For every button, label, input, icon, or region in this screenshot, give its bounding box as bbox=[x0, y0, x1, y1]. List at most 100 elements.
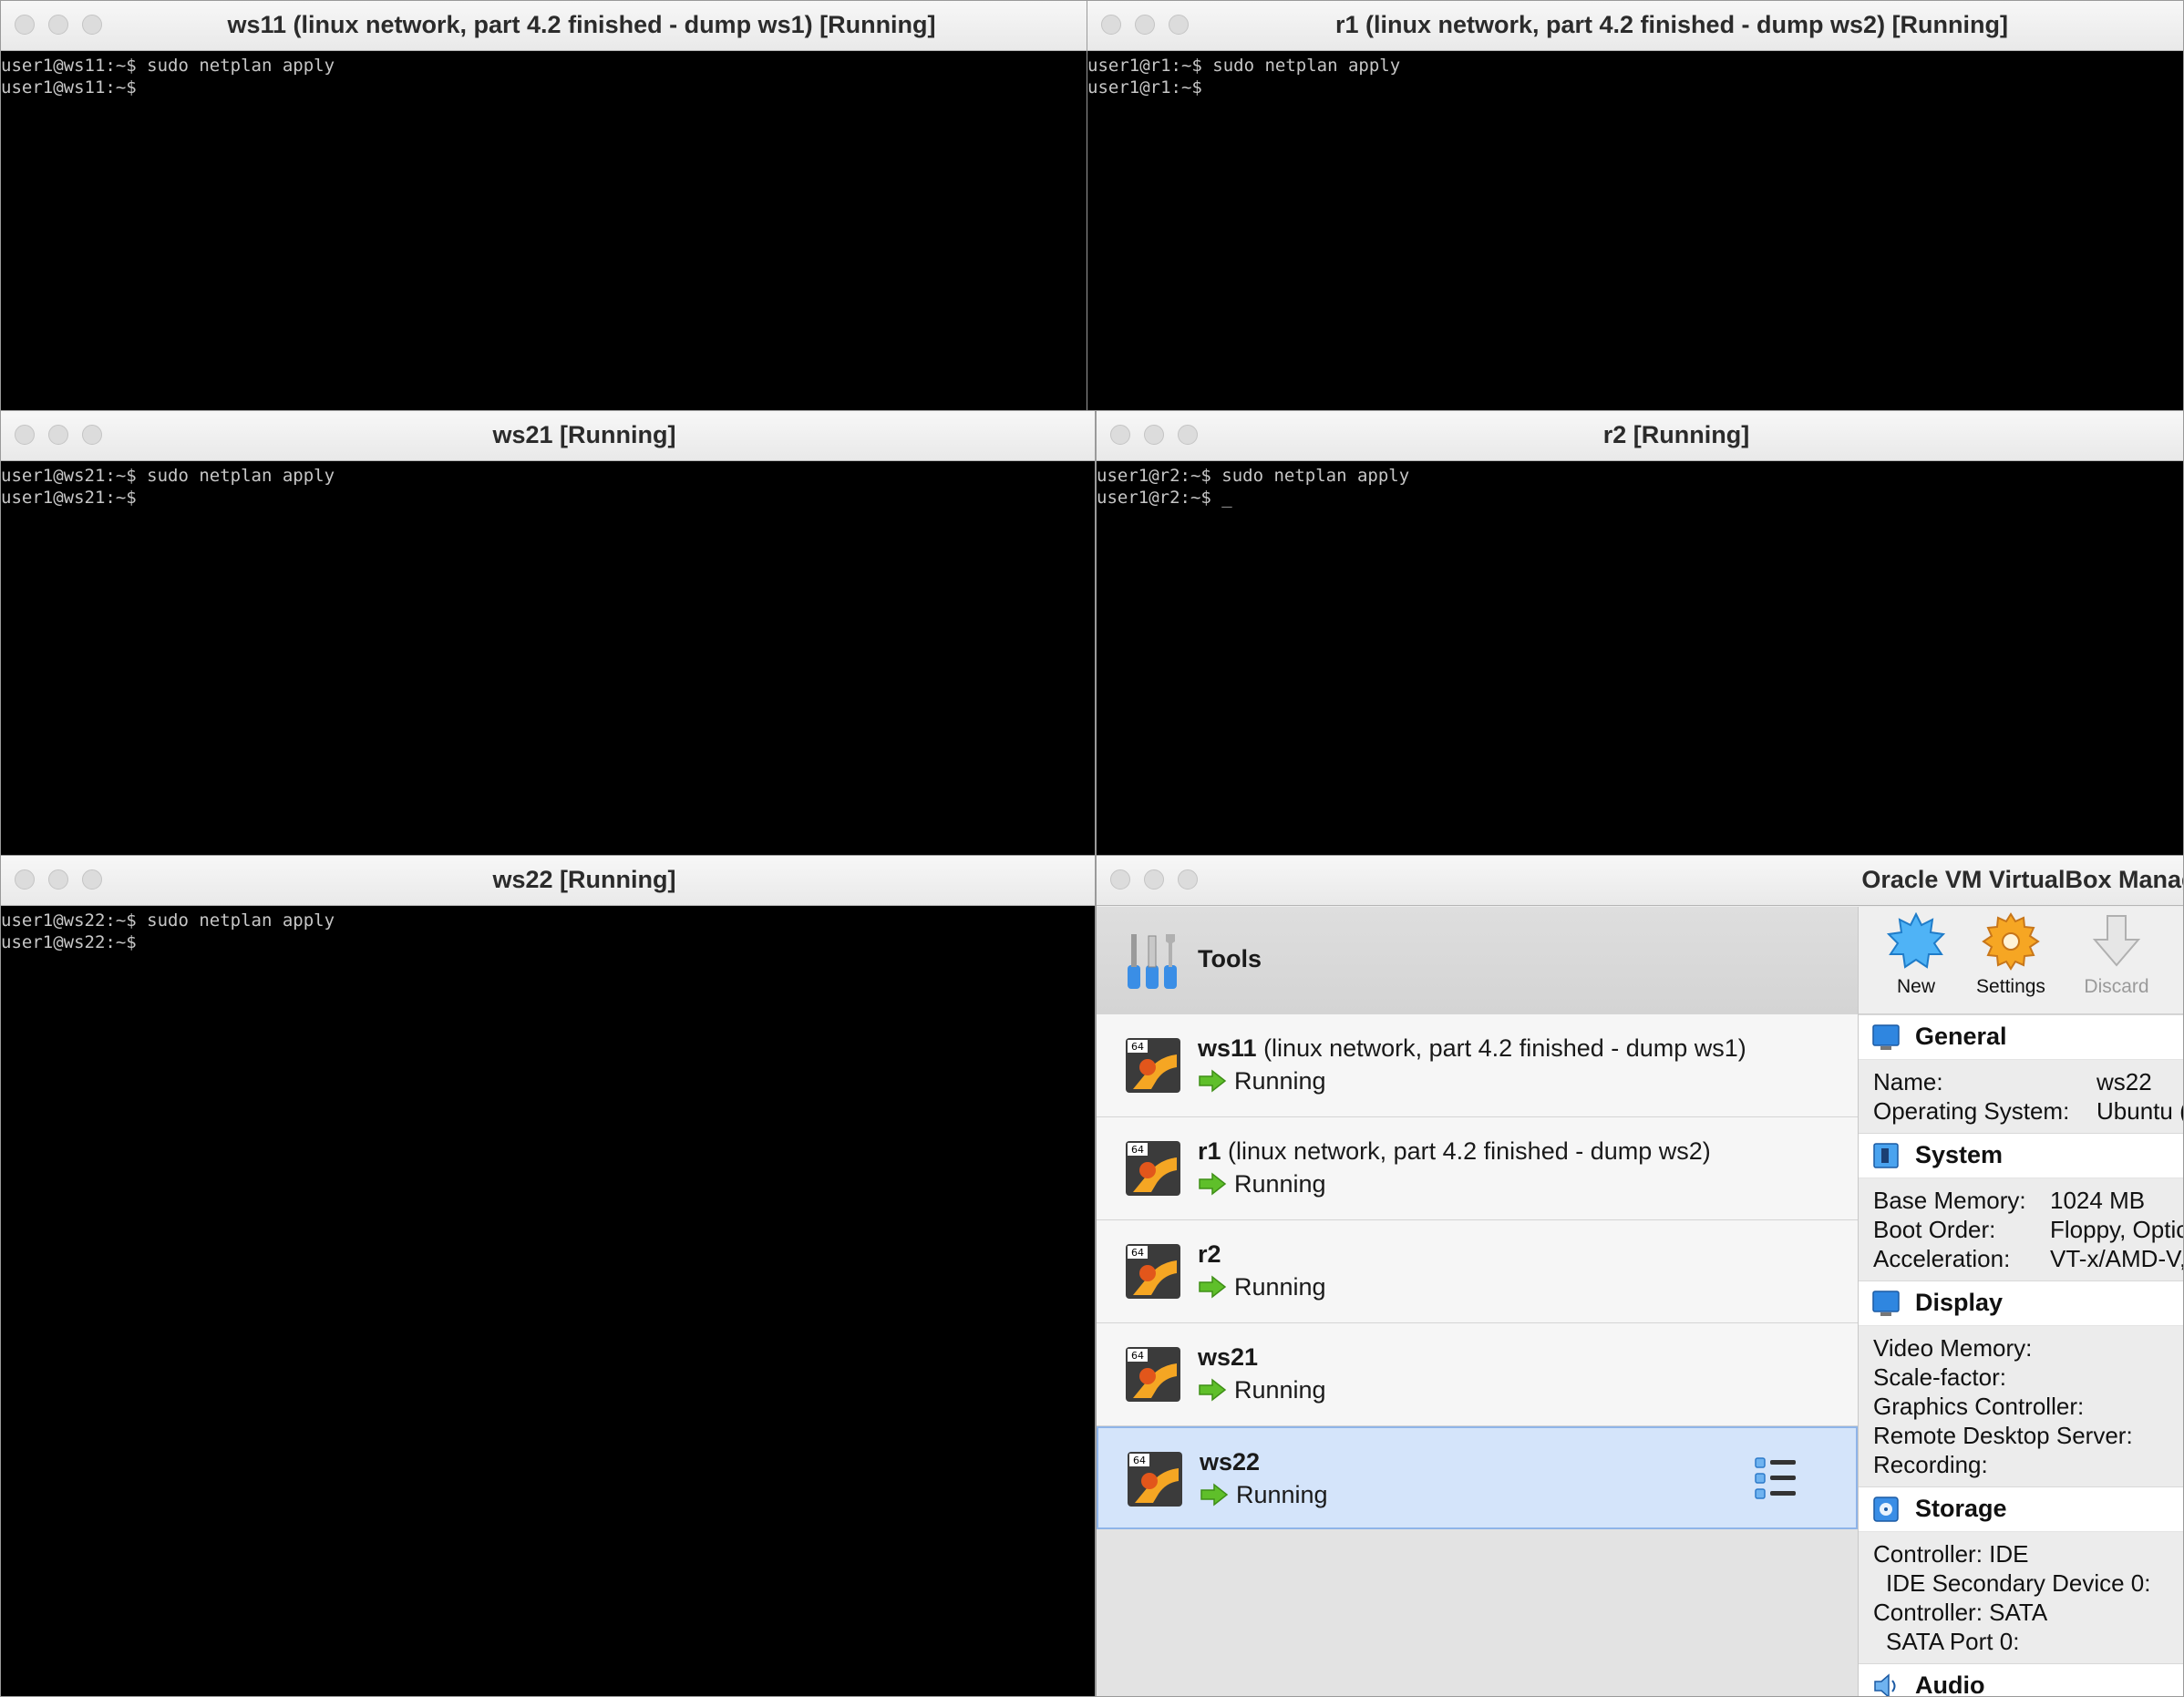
detail-key: Video Memory: bbox=[1873, 1334, 2033, 1362]
detail-key: Graphics Controller: bbox=[1873, 1393, 2085, 1420]
vm-window-ws21[interactable]: ws21 [Running] user1@ws21:~$ sudo netpla… bbox=[0, 410, 1096, 857]
close-button[interactable] bbox=[15, 15, 35, 35]
window-titlebar[interactable]: r1 (linux network, part 4.2 finished - d… bbox=[1087, 1, 2183, 51]
minimize-button[interactable] bbox=[48, 425, 68, 445]
detail-value: VT-x/AMD-V, Nested Paging bbox=[2050, 1245, 2184, 1272]
minimize-button[interactable] bbox=[1144, 869, 1164, 890]
detail-value: Ubuntu (64-bit) bbox=[2096, 1097, 2183, 1125]
storage-disk-icon bbox=[1873, 1496, 1899, 1522]
window-titlebar[interactable]: r2 [Running] bbox=[1097, 411, 2183, 461]
terminal-line: user1@r1:~$ bbox=[1087, 77, 1202, 98]
discard-button[interactable]: Discard bbox=[2066, 912, 2167, 998]
system-chip-icon bbox=[1873, 1143, 1899, 1168]
ubuntu-64-os-icon: 64 bbox=[1126, 1141, 1180, 1196]
vm-list-item-ws22[interactable]: 64 ws22 Running bbox=[1097, 1426, 1858, 1529]
terminal-line: user1@ws22:~$ sudo netplan apply bbox=[1, 910, 335, 931]
close-button[interactable] bbox=[1110, 425, 1130, 445]
section-title: Display bbox=[1915, 1289, 2004, 1316]
vm-window-ws11[interactable]: ws11 (linux network, part 4.2 finished -… bbox=[0, 0, 1090, 412]
window-titlebar[interactable]: Oracle VM VirtualBox Manager bbox=[1097, 856, 2183, 906]
tools-label: Tools bbox=[1198, 945, 1262, 972]
vm-name: ws21 bbox=[1198, 1343, 1259, 1371]
close-button[interactable] bbox=[1110, 869, 1130, 890]
minimize-button[interactable] bbox=[1135, 15, 1155, 35]
vm-name-line: r1 (linux network, part 4.2 finished - d… bbox=[1198, 1137, 1711, 1166]
vm-window-ws22[interactable]: ws22 [Running] user1@ws22:~$ sudo netpla… bbox=[0, 855, 1096, 1697]
vm-list-item-r2[interactable]: 64 r2 Running bbox=[1097, 1220, 1858, 1323]
terminal-line: user1@r1:~$ sudo netplan apply bbox=[1087, 56, 1401, 76]
detail-key: Base Memory: bbox=[1873, 1187, 2026, 1214]
vm-state: Running bbox=[1198, 1376, 1326, 1404]
vm-window-r1[interactable]: r1 (linux network, part 4.2 finished - d… bbox=[1087, 0, 2184, 412]
general-section-body: Name: ws22 Operating System: Ubuntu (64-bi… bbox=[1859, 1060, 2183, 1133]
vm-details: General Name: ws22 Operating System: Ubunt… bbox=[1859, 1014, 2184, 1696]
new-button[interactable]: New bbox=[1866, 912, 1966, 998]
terminal-line: user1@ws21:~$ sudo netplan apply bbox=[1, 466, 335, 486]
running-arrow-icon bbox=[1199, 1275, 1227, 1299]
general-section-header[interactable]: General bbox=[1859, 1014, 2183, 1060]
window-title: r2 [Running] bbox=[1602, 421, 1750, 448]
vm-list-item-ws21[interactable]: 64 ws21 Running bbox=[1097, 1323, 1858, 1426]
ubuntu-64-os-icon: 64 bbox=[1126, 1347, 1180, 1402]
discard-button-label: Discard bbox=[2084, 976, 2149, 997]
vm-list-item-ws11[interactable]: 64 ws11 (linux network, part 4.2 finishe… bbox=[1097, 1014, 1858, 1117]
terminal-line: user1@ws21:~$ bbox=[1, 488, 137, 508]
new-button-label: New bbox=[1896, 976, 1935, 997]
vm-state: Running bbox=[1198, 1067, 1326, 1095]
vm-name-line: r2 bbox=[1198, 1240, 1221, 1269]
terminal-screen[interactable]: user1@ws22:~$ sudo netplan apply user1@ws… bbox=[1, 907, 1095, 1696]
ubuntu-64-os-icon: 64 bbox=[1126, 1244, 1180, 1299]
terminal-screen[interactable]: user1@ws11:~$ sudo netplan apply user1@ws… bbox=[1, 52, 1089, 411]
tools-item[interactable]: Tools bbox=[1097, 907, 1858, 1015]
detail-key: IDE Secondary Device 0: bbox=[1886, 1569, 2151, 1597]
vm-tools-menu-icon[interactable] bbox=[1754, 1455, 1799, 1501]
detail-key: Recording: bbox=[1873, 1451, 1988, 1478]
window-titlebar[interactable]: ws11 (linux network, part 4.2 finished -… bbox=[1, 1, 1089, 51]
minimize-button[interactable] bbox=[48, 15, 68, 35]
vm-name-line: ws21 bbox=[1198, 1343, 1258, 1372]
vm-window-r2[interactable]: r2 [Running] user1@r2:~$ sudo netplan ap… bbox=[1096, 410, 2184, 857]
zoom-button[interactable] bbox=[1178, 869, 1198, 890]
os-badge: 64 bbox=[1131, 1247, 1144, 1259]
detail-key: Remote Desktop Server: bbox=[1873, 1422, 2133, 1449]
vm-state: Running bbox=[1200, 1481, 1328, 1509]
close-button[interactable] bbox=[15, 869, 35, 890]
terminal-screen[interactable]: user1@ws21:~$ sudo netplan apply user1@ws… bbox=[1, 462, 1095, 856]
vm-name: ws22 bbox=[1200, 1448, 1261, 1476]
new-starburst-icon bbox=[1887, 912, 1945, 969]
detail-value: 1024 MB bbox=[2050, 1187, 2146, 1214]
storage-section-header[interactable]: Storage bbox=[1859, 1486, 2183, 1532]
audio-section-header[interactable]: Audio bbox=[1859, 1663, 2183, 1696]
os-badge: 64 bbox=[1131, 1350, 1144, 1362]
virtualbox-manager-window[interactable]: Oracle VM VirtualBox Manager Tools 64 ws… bbox=[1096, 855, 2184, 1697]
tools-icon bbox=[1128, 934, 1177, 989]
terminal-screen[interactable]: user1@r1:~$ sudo netplan apply user1@r1:~… bbox=[1087, 52, 2183, 411]
terminal-line: user1@ws11:~$ sudo netplan apply bbox=[1, 56, 335, 76]
window-title: ws21 [Running] bbox=[492, 421, 676, 448]
vm-list-item-r1[interactable]: 64 r1 (linux network, part 4.2 finished … bbox=[1097, 1117, 1858, 1220]
settings-gear-icon bbox=[1982, 912, 2040, 971]
vm-state-label: Running bbox=[1234, 1067, 1326, 1095]
minimize-button[interactable] bbox=[1144, 425, 1164, 445]
display-section-header[interactable]: Display bbox=[1859, 1280, 2183, 1326]
vm-name: ws11 bbox=[1198, 1034, 1257, 1062]
vm-state: Running bbox=[1198, 1170, 1326, 1198]
terminal-line: user1@r2:~$ _ bbox=[1097, 488, 1232, 508]
running-arrow-icon bbox=[1199, 1172, 1227, 1196]
general-monitor-icon bbox=[1872, 1024, 1900, 1050]
window-titlebar[interactable]: ws21 [Running] bbox=[1, 411, 1095, 461]
section-title: General bbox=[1915, 1023, 2007, 1050]
close-button[interactable] bbox=[15, 425, 35, 445]
running-arrow-icon bbox=[1199, 1069, 1227, 1093]
close-button[interactable] bbox=[1101, 15, 1121, 35]
section-title: System bbox=[1915, 1141, 2004, 1168]
main-toolbar: New Settings Discard bbox=[1859, 907, 2183, 1014]
terminal-line: user1@r2:~$ sudo netplan apply bbox=[1097, 466, 1410, 486]
terminal-screen[interactable]: user1@r2:~$ sudo netplan apply user1@r2:~… bbox=[1097, 462, 2183, 856]
system-section-header[interactable]: System bbox=[1859, 1133, 2183, 1178]
window-titlebar[interactable]: ws22 [Running] bbox=[1, 856, 1095, 906]
os-badge: 64 bbox=[1133, 1455, 1146, 1466]
settings-button[interactable]: Settings bbox=[1961, 912, 2061, 998]
detail-key: Boot Order: bbox=[1873, 1216, 1996, 1243]
minimize-button[interactable] bbox=[48, 869, 68, 890]
